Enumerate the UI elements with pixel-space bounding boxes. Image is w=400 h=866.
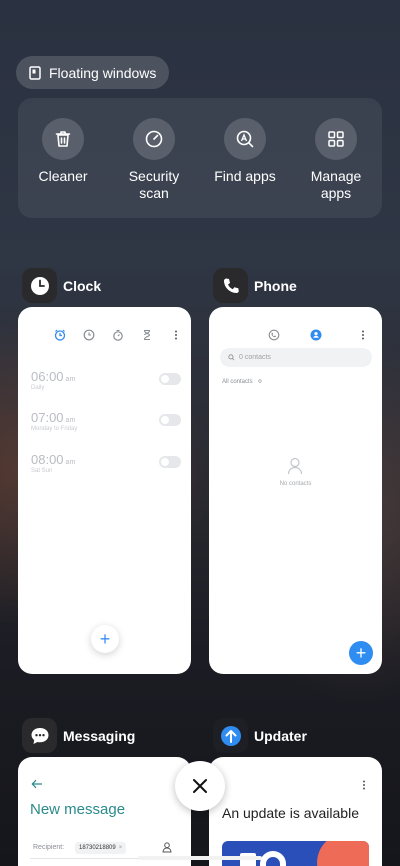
person-icon bbox=[287, 457, 303, 475]
phone-icon bbox=[223, 278, 239, 293]
alarm-time: 08:00 bbox=[31, 452, 64, 467]
security-scan-button[interactable]: Security scan bbox=[109, 118, 199, 202]
clock-app-card[interactable]: 06:00 am Daily 07:00 am Monday to Friday 0… bbox=[18, 307, 191, 674]
close-all-button[interactable] bbox=[175, 761, 225, 811]
dropdown-icon: ≎ bbox=[257, 379, 263, 385]
plus-icon: + bbox=[355, 642, 367, 663]
clock-tabs bbox=[54, 329, 182, 341]
search-icon bbox=[228, 354, 235, 361]
alarm-row[interactable]: 07:00 am Monday to Friday bbox=[31, 410, 181, 432]
messaging-app-header[interactable]: Messaging bbox=[22, 718, 135, 753]
banner-shape bbox=[317, 841, 369, 866]
manage-apps-button[interactable]: Manage apps bbox=[291, 118, 381, 202]
updater-app-header[interactable]: Updater bbox=[213, 718, 307, 753]
grid-icon bbox=[328, 131, 344, 147]
recipient-chip[interactable]: 18730218809 × bbox=[75, 842, 127, 854]
cleaner-label: Cleaner bbox=[38, 168, 88, 184]
update-banner-image bbox=[222, 841, 369, 866]
updater-app-card[interactable]: An update is available bbox=[209, 757, 382, 866]
back-arrow-icon[interactable] bbox=[31, 779, 43, 789]
banner-shape bbox=[260, 851, 286, 866]
close-icon bbox=[193, 779, 207, 793]
floating-window-icon bbox=[29, 65, 41, 80]
contacts-search-input[interactable]: 0 contacts bbox=[220, 348, 372, 367]
remove-icon[interactable]: × bbox=[119, 845, 123, 851]
clock-app-header[interactable]: Clock bbox=[22, 268, 101, 303]
stopwatch-icon[interactable] bbox=[112, 329, 124, 341]
recents-icon[interactable] bbox=[268, 329, 280, 341]
update-message: An update is available bbox=[222, 805, 359, 821]
alarm-toggle[interactable] bbox=[159, 373, 181, 385]
alarm-toggle[interactable] bbox=[159, 414, 181, 426]
phone-app-card[interactable]: 0 contacts All contacts ≎ No contacts + bbox=[209, 307, 382, 674]
quick-tools-panel: Cleaner Security scan Find apps Manage a… bbox=[18, 98, 382, 218]
security-scan-label: Security scan bbox=[128, 168, 180, 201]
alarm-row[interactable]: 08:00 am Sat Sun bbox=[31, 452, 181, 474]
alarm-time: 06:00 bbox=[31, 369, 64, 384]
more-icon[interactable] bbox=[357, 329, 369, 341]
clock-app-name: Clock bbox=[63, 277, 102, 294]
more-icon[interactable] bbox=[358, 779, 370, 791]
alarm-row[interactable]: 06:00 am Daily bbox=[31, 369, 181, 391]
alarm-ampm: am bbox=[65, 459, 76, 466]
clock-app-icon bbox=[22, 268, 57, 303]
contacts-filter-dropdown[interactable]: All contacts ≎ bbox=[222, 378, 262, 385]
find-apps-icon bbox=[236, 130, 254, 148]
filter-label: All contacts bbox=[222, 379, 253, 385]
contacts-tab-icon[interactable] bbox=[310, 329, 322, 341]
alarm-ampm: am bbox=[65, 376, 76, 383]
alarm-repeat: Sat Sun bbox=[31, 468, 53, 474]
messaging-app-name: Messaging bbox=[63, 727, 136, 744]
new-message-title: New message bbox=[30, 801, 126, 818]
floating-windows-button[interactable]: Floating windows bbox=[16, 56, 170, 89]
plus-icon: + bbox=[99, 628, 111, 649]
phone-app-name: Phone bbox=[254, 277, 297, 294]
find-apps-label: Find apps bbox=[214, 168, 276, 184]
alarm-ampm: am bbox=[65, 417, 76, 424]
alarm-toggle[interactable] bbox=[159, 456, 181, 468]
messaging-app-card[interactable]: New message Recipient: 18730218809 × bbox=[18, 757, 191, 866]
alarm-repeat: Daily bbox=[31, 385, 45, 391]
timer-icon[interactable] bbox=[141, 329, 153, 341]
add-alarm-button[interactable]: + bbox=[91, 625, 119, 653]
alarm-icon[interactable] bbox=[54, 329, 66, 341]
recipient-label: Recipient: bbox=[33, 844, 65, 851]
chat-bubble-icon bbox=[31, 727, 48, 744]
update-arrow-icon bbox=[220, 725, 241, 746]
recipient-number: 18730218809 bbox=[79, 845, 116, 851]
world-clock-icon[interactable] bbox=[83, 329, 95, 341]
security-scan-icon bbox=[145, 130, 163, 148]
cleaner-button[interactable]: Cleaner bbox=[18, 118, 108, 185]
updater-app-icon bbox=[213, 718, 248, 753]
phone-app-icon bbox=[213, 268, 248, 303]
home-indicator[interactable] bbox=[138, 856, 262, 860]
manage-apps-label: Manage apps bbox=[310, 168, 362, 201]
no-contacts-text: No contacts bbox=[279, 481, 312, 487]
clock-icon bbox=[30, 276, 49, 295]
more-icon[interactable] bbox=[170, 329, 182, 341]
alarm-time: 07:00 bbox=[31, 410, 64, 425]
updater-app-name: Updater bbox=[254, 727, 307, 744]
trash-icon bbox=[55, 131, 71, 147]
search-placeholder: 0 contacts bbox=[239, 354, 271, 361]
messaging-app-icon bbox=[22, 718, 57, 753]
floating-windows-label: Floating windows bbox=[49, 64, 157, 81]
phone-app-header[interactable]: Phone bbox=[213, 268, 297, 303]
find-apps-button[interactable]: Find apps bbox=[200, 118, 290, 185]
add-contact-button[interactable]: + bbox=[349, 641, 373, 665]
add-contact-icon[interactable] bbox=[162, 842, 172, 853]
alarm-repeat: Monday to Friday bbox=[31, 426, 78, 432]
